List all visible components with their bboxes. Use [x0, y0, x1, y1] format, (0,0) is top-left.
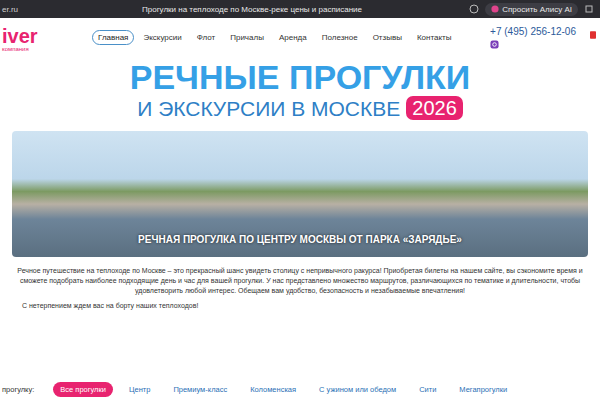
hero: РЕЧНЫЕ ПРОГУЛКИ И ЭКСКУРСИИ В МОСКВЕ 202…: [0, 60, 600, 121]
filter-chip[interactable]: Коломенская: [243, 382, 303, 397]
address-bar[interactable]: er.ru: [2, 5, 132, 14]
filter-label: прогулку:: [2, 385, 34, 394]
badge-icon[interactable]: [590, 30, 596, 40]
filter-bar: прогулку: Все прогулки Центр Премиум-класс…: [0, 382, 600, 397]
page: er.ru Прогулки на теплоходе по Москве-ре…: [0, 0, 600, 400]
hero-title: РЕЧНЫЕ ПРОГУЛКИ: [0, 60, 600, 96]
intro-text: Речное путешествие на теплоходе по Москв…: [14, 266, 586, 296]
nav-item[interactable]: Главная: [92, 30, 134, 45]
nav-item[interactable]: Причалы: [224, 30, 270, 45]
greeting-text: С нетерпением ждем вас на борту наших те…: [22, 302, 578, 309]
nav-item[interactable]: Контакты: [411, 30, 458, 45]
filter-chip[interactable]: Сити: [412, 382, 443, 397]
alice-icon: [491, 5, 499, 13]
filter-chip[interactable]: Премиум-класс: [166, 382, 234, 397]
banner-caption[interactable]: РЕЧНАЯ ПРОГУЛКА ПО ЦЕНТРУ МОСКВЫ ОТ ПАРК…: [138, 234, 462, 245]
nav-item[interactable]: Экскурсии: [137, 30, 187, 45]
contacts: +7 (495) 256-12-06: [490, 26, 576, 49]
browser-bar: er.ru Прогулки на теплоходе по Москве-ре…: [0, 0, 600, 18]
nav-item[interactable]: Флот: [191, 30, 222, 45]
year-badge: 2026: [406, 96, 463, 120]
filter-chip[interactable]: С ужином или обедом: [312, 382, 403, 397]
phone-link[interactable]: +7 (495) 256-12-06: [490, 26, 576, 37]
filter-chip[interactable]: Мегапрогулки: [452, 382, 514, 397]
hero-subtitle: И ЭКСКУРСИИ В МОСКВЕ 2026: [0, 96, 600, 121]
site-header: iver компания ГлавнаяЭкскурсии ФлотПричал…: [0, 18, 600, 52]
alice-button[interactable]: Спросить Алису AI: [485, 3, 578, 16]
main-nav: ГлавнаяЭкскурсии ФлотПричалыАрендаПолезно…: [92, 26, 476, 45]
nav-item[interactable]: Полезное: [316, 30, 364, 45]
logo[interactable]: iver компания: [2, 26, 78, 52]
banner-photo[interactable]: РЕЧНАЯ ПРОГУЛКА ПО ЦЕНТРУ МОСКВЫ ОТ ПАРК…: [12, 131, 588, 257]
filter-chip[interactable]: Все прогулки: [53, 382, 113, 397]
menu-icon[interactable]: [584, 4, 594, 14]
nav-item[interactable]: Аренда: [273, 30, 313, 45]
bookmark-icon[interactable]: [469, 4, 479, 14]
tab-title[interactable]: Прогулки на теплоходе по Москве-реке цен…: [142, 5, 459, 14]
instagram-icon[interactable]: [490, 40, 499, 49]
filter-chip[interactable]: Центр: [122, 382, 157, 397]
nav-item[interactable]: Отзывы: [367, 30, 408, 45]
